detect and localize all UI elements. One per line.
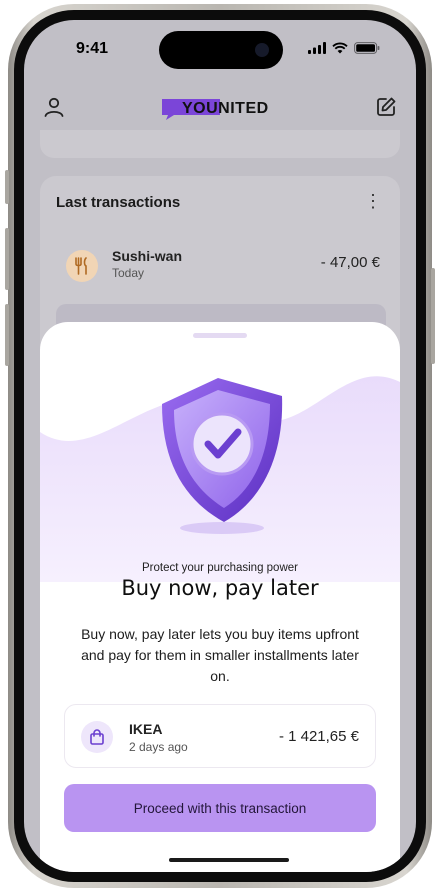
sheet-description: Buy now, pay later lets you buy items up…	[81, 626, 359, 684]
phone-screen: 9:41 YOUNITED Last transactions ⋮ Sushi-…	[24, 20, 416, 872]
selected-transaction-amount: - 1 421,65 €	[278, 728, 359, 745]
action-button	[5, 170, 9, 204]
shopping-bag-icon	[81, 721, 113, 753]
user-icon[interactable]	[42, 95, 66, 119]
transaction-row[interactable]: Sushi-wan Today - 47,00 €	[56, 246, 386, 290]
previous-card	[40, 130, 400, 158]
status-time: 9:41	[76, 40, 109, 57]
more-options-icon[interactable]: ⋮	[364, 192, 382, 210]
battery-icon	[354, 42, 380, 54]
edit-icon[interactable]	[374, 95, 398, 119]
volume-down-button	[5, 304, 9, 366]
cellular-signal-icon	[308, 42, 326, 54]
transaction-merchant: Sushi-wan	[112, 248, 183, 264]
wifi-icon	[332, 42, 348, 54]
front-camera	[255, 43, 269, 57]
selected-transaction-card[interactable]: IKEA 2 days ago - 1 421,65 €	[64, 704, 376, 768]
transaction-date: Today	[112, 266, 145, 280]
app-header: YOUNITED	[24, 90, 416, 130]
dynamic-island	[159, 31, 283, 69]
brand-name: YOUNITED	[182, 100, 269, 117]
sheet-grabber[interactable]	[193, 333, 247, 338]
volume-up-button	[5, 228, 9, 290]
proceed-button[interactable]: Proceed with this transaction	[64, 784, 376, 832]
status-icons	[308, 42, 380, 54]
bnpl-bottom-sheet: Protect your purchasing power Buy now, p…	[40, 322, 400, 872]
selected-transaction-merchant: IKEA	[129, 721, 163, 737]
power-button	[431, 268, 435, 364]
fork-knife-icon	[66, 250, 98, 282]
status-bar: 9:41	[24, 20, 416, 76]
brand-logo: YOUNITED	[162, 94, 282, 124]
transaction-amount: - 47,00 €	[320, 254, 380, 271]
card-title: Last transactions	[56, 194, 181, 211]
selected-transaction-date: 2 days ago	[129, 740, 188, 754]
shield-check-icon	[162, 378, 283, 534]
sheet-kicker: Protect your purchasing power	[142, 562, 298, 574]
home-indicator[interactable]	[169, 858, 289, 862]
sheet-headline: Buy now, pay later	[121, 576, 319, 600]
